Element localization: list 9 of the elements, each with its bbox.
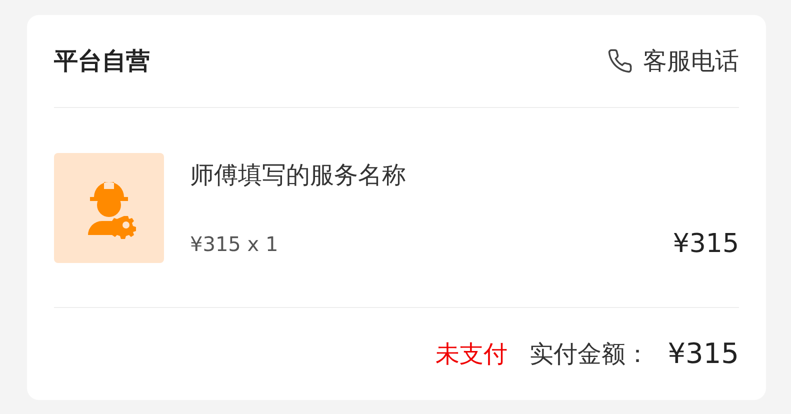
paid-amount: ¥315 [668, 337, 739, 370]
paid-amount-label: 实付金额： [530, 338, 650, 370]
service-phone-button[interactable]: 客服电话 [607, 44, 739, 77]
phone-icon [607, 48, 633, 74]
unit-price: ¥315 x 1 [190, 232, 278, 256]
shop-name: 平台自营 [54, 46, 150, 77]
item-price: ¥315 [672, 228, 739, 259]
payment-status: 未支付 [436, 338, 508, 370]
service-title: 师傅填写的服务名称 [190, 160, 407, 191]
